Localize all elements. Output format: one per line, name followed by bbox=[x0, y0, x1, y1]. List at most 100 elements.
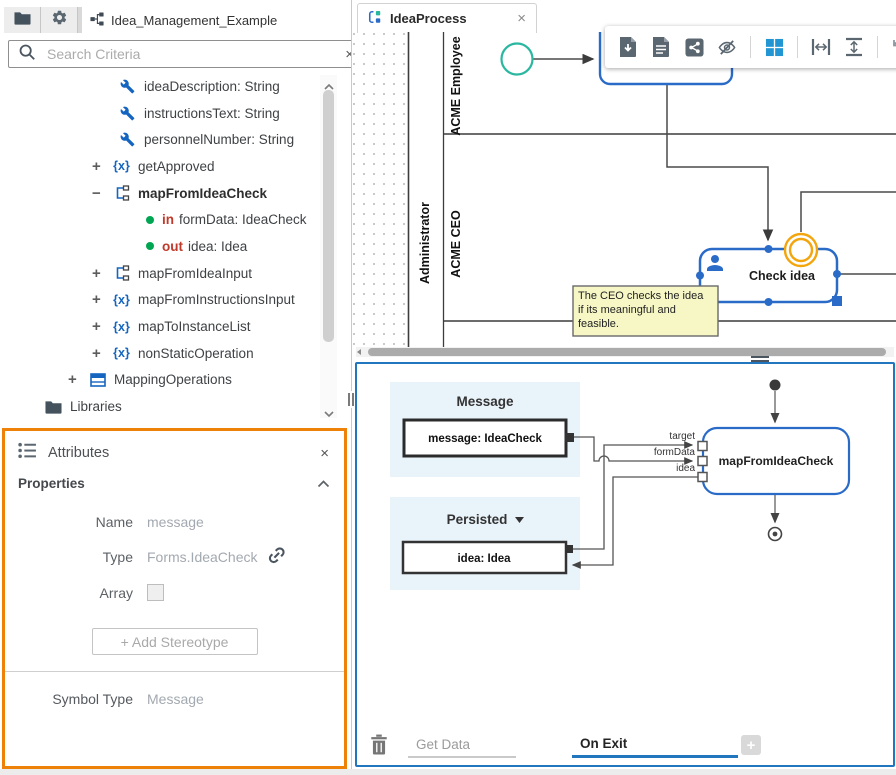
input-port-formdata[interactable] bbox=[698, 457, 707, 466]
tree-item-mapfromideainput[interactable]: + mapFromIdeaInput bbox=[0, 260, 320, 287]
tree-item-label: mapToInstanceList bbox=[138, 319, 251, 334]
mapping-connection-idea[interactable] bbox=[573, 477, 698, 565]
note-line: if its meaningful and bbox=[578, 304, 676, 316]
resize-handle[interactable] bbox=[832, 296, 842, 306]
tree-item-idea[interactable]: out idea: Idea bbox=[0, 233, 320, 260]
add-tab-button[interactable]: + bbox=[741, 735, 761, 755]
persisted-item-label: idea: Idea bbox=[457, 553, 511, 565]
tree-item-mapfrominstructionsinput[interactable]: + {x} mapFromInstructionsInput bbox=[0, 287, 320, 314]
wrench-icon bbox=[118, 105, 137, 122]
mapping-tab-get-data[interactable]: Get Data bbox=[408, 732, 516, 758]
document-icon[interactable] bbox=[651, 37, 671, 57]
layout-grid-icon[interactable] bbox=[764, 37, 784, 57]
lane-label-acme-employee: ACME Employee bbox=[449, 36, 463, 135]
input-port-target[interactable] bbox=[698, 442, 707, 451]
mapping-tab-bar: Get Data On Exit + bbox=[357, 732, 893, 762]
hide-icon[interactable] bbox=[717, 37, 737, 57]
tree-scrollbar[interactable] bbox=[320, 75, 337, 418]
boundary-event[interactable] bbox=[785, 234, 817, 266]
name-value-field[interactable]: message bbox=[147, 514, 204, 530]
folder-icon bbox=[14, 11, 31, 30]
sequence-flow[interactable] bbox=[801, 192, 896, 232]
tree-item-getapproved[interactable]: + {x} getApproved bbox=[0, 153, 320, 180]
distribute-vertical-icon[interactable] bbox=[844, 37, 864, 57]
attributes-panel: Attributes × Properties Name message Typ… bbox=[2, 428, 347, 769]
distribute-horizontal-icon[interactable] bbox=[811, 37, 831, 57]
scrollbar-thumb[interactable] bbox=[368, 348, 886, 356]
expand-icon[interactable]: + bbox=[92, 291, 112, 308]
expand-icon[interactable]: + bbox=[92, 345, 112, 362]
connector-port[interactable] bbox=[565, 433, 574, 442]
gear-icon bbox=[51, 9, 68, 31]
operation-icon: {x} bbox=[112, 345, 131, 362]
bpmn-canvas[interactable]: Administrator ACME Employee ACME CEO Che… bbox=[352, 32, 896, 347]
tree-item-maptoinstancelist[interactable]: + {x} mapToInstanceList bbox=[0, 313, 320, 340]
tree-item-mappingoperations[interactable]: + MappingOperations bbox=[0, 367, 320, 394]
start-event[interactable] bbox=[502, 44, 533, 75]
mapping-editor-panel: Message message: IdeaCheck Persisted ide… bbox=[355, 362, 895, 767]
tree-item-instructionstext[interactable]: instructionsText: String bbox=[0, 100, 320, 127]
scrollbar-thumb[interactable] bbox=[323, 90, 334, 342]
search-field[interactable]: × bbox=[8, 40, 364, 68]
project-tab[interactable]: Idea_Management_Example bbox=[82, 7, 350, 33]
start-node[interactable] bbox=[770, 380, 781, 391]
tree-item-label: idea: Idea bbox=[188, 239, 247, 254]
collapse-icon[interactable]: − bbox=[92, 185, 112, 202]
diagram-toolbar bbox=[605, 26, 896, 68]
tab-ideaprocess[interactable]: IdeaProcess × bbox=[357, 3, 537, 33]
tree-item-formdata[interactable]: in formData: IdeaCheck bbox=[0, 206, 320, 233]
scroll-left-icon[interactable] bbox=[357, 349, 361, 355]
expand-icon[interactable]: + bbox=[92, 318, 112, 335]
tree-item-libraries[interactable]: Libraries bbox=[0, 393, 320, 419]
persisted-group[interactable]: Persisted idea: Idea bbox=[390, 497, 580, 590]
folder-icon bbox=[44, 398, 63, 415]
undo-icon[interactable] bbox=[891, 37, 896, 57]
splitter-handle[interactable] bbox=[346, 391, 355, 408]
left-toolbar: Idea_Management_Example bbox=[4, 7, 348, 33]
scroll-up-icon[interactable] bbox=[323, 78, 335, 88]
tree-item-ideadescription[interactable]: ideaDescription: String bbox=[0, 73, 320, 100]
operation-icon: {x} bbox=[112, 318, 131, 335]
array-checkbox[interactable] bbox=[147, 584, 164, 601]
tab-close-icon[interactable]: × bbox=[517, 10, 526, 27]
attributes-panel-title: Attributes bbox=[48, 445, 109, 461]
tree-item-mapfromideacheck[interactable]: − mapFromIdeaCheck bbox=[0, 180, 320, 207]
trash-icon[interactable] bbox=[370, 734, 390, 756]
search-input[interactable] bbox=[45, 45, 336, 63]
message-group-title: Message bbox=[456, 394, 514, 409]
scroll-down-icon[interactable] bbox=[323, 405, 335, 415]
mapping-canvas[interactable]: Message message: IdeaCheck Persisted ide… bbox=[357, 364, 893, 729]
connector-port[interactable] bbox=[565, 545, 573, 553]
chevron-up-icon[interactable] bbox=[317, 476, 330, 491]
expand-icon[interactable]: + bbox=[92, 265, 112, 282]
link-icon[interactable] bbox=[264, 542, 294, 572]
mapping-tab-label: Get Data bbox=[416, 737, 470, 752]
parameter-direction: out bbox=[162, 239, 183, 254]
close-icon[interactable]: × bbox=[320, 445, 332, 462]
download-icon[interactable] bbox=[618, 37, 638, 57]
tree-item-nonstaticoperation[interactable]: + {x} nonStaticOperation bbox=[0, 340, 320, 367]
settings-button[interactable] bbox=[41, 7, 78, 33]
type-value-field[interactable]: Forms.IdeaCheck bbox=[147, 549, 257, 565]
message-item-label: message: IdeaCheck bbox=[428, 433, 542, 445]
mapping-operation-icon bbox=[112, 265, 131, 282]
horizontal-scrollbar[interactable] bbox=[356, 347, 894, 357]
tree-item-label: MappingOperations bbox=[114, 372, 232, 387]
mapping-tab-on-exit[interactable]: On Exit bbox=[572, 732, 738, 758]
annotation-note[interactable]: The CEO checks the idea if its meaningfu… bbox=[573, 286, 718, 336]
model-tree: ideaDescription: String instructionsText… bbox=[0, 73, 320, 419]
expand-icon[interactable]: + bbox=[68, 371, 88, 388]
sequence-flow[interactable] bbox=[667, 84, 768, 240]
add-stereotype-button[interactable]: + Add Stereotype bbox=[92, 628, 258, 655]
folder-button[interactable] bbox=[4, 7, 41, 33]
tree-item-label: ideaDescription: String bbox=[144, 79, 280, 94]
note-line: feasible. bbox=[578, 318, 619, 330]
end-node[interactable] bbox=[769, 528, 782, 541]
expand-icon[interactable]: + bbox=[92, 158, 112, 175]
output-port-idea[interactable] bbox=[698, 473, 707, 482]
tree-item-label: mapFromInstructionsInput bbox=[138, 292, 295, 307]
share-icon[interactable] bbox=[684, 37, 704, 57]
task-label: Check idea bbox=[749, 269, 816, 283]
message-group[interactable]: Message message: IdeaCheck bbox=[390, 382, 580, 477]
tree-item-personnelnumber[interactable]: personnelNumber: String bbox=[0, 126, 320, 153]
